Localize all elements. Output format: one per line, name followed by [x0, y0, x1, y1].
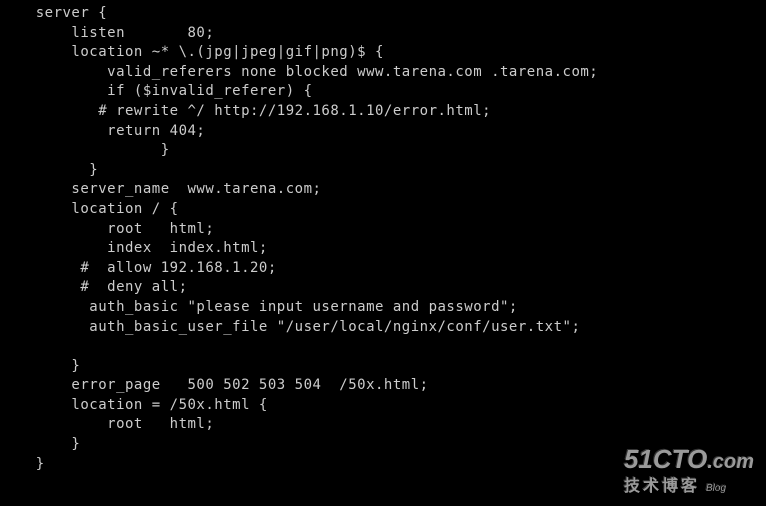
code-line: root html;	[0, 221, 214, 237]
code-line: }	[0, 162, 98, 178]
code-line: root html;	[0, 416, 214, 432]
code-line: location / {	[0, 201, 179, 217]
code-line: listen 80;	[0, 25, 214, 41]
code-line: auth_basic_user_file "/user/local/nginx/…	[0, 319, 580, 335]
code-line: # deny all;	[0, 279, 188, 295]
code-line: error_page 500 502 503 504 /50x.html;	[0, 377, 429, 393]
code-line: index index.html;	[0, 240, 268, 256]
code-line: server_name www.tarena.com;	[0, 181, 321, 197]
code-line: server {	[0, 5, 107, 21]
code-line: }	[0, 358, 80, 374]
watermark-sub: 技术博客 Blog	[624, 472, 754, 496]
code-line: valid_referers none blocked www.tarena.c…	[0, 64, 598, 80]
watermark-sub-text: 技术博客	[624, 472, 700, 496]
code-line: if ($invalid_referer) {	[0, 83, 313, 99]
code-line: auth_basic "please input username and pa…	[0, 299, 518, 315]
code-line: }	[0, 456, 45, 472]
code-line: location ~* \.(jpg|jpeg|gif|png)$ {	[0, 44, 384, 60]
nginx-config-code: server { listen 80; location ~* \.(jpg|j…	[0, 0, 766, 474]
code-line: # rewrite ^/ http://192.168.1.10/error.h…	[0, 103, 491, 119]
watermark-blog: Blog	[706, 483, 726, 494]
code-line: }	[0, 436, 80, 452]
code-line: return 404;	[0, 123, 205, 139]
code-line: # allow 192.168.1.20;	[0, 260, 277, 276]
code-line: location = /50x.html {	[0, 397, 268, 413]
code-line: }	[0, 142, 170, 158]
